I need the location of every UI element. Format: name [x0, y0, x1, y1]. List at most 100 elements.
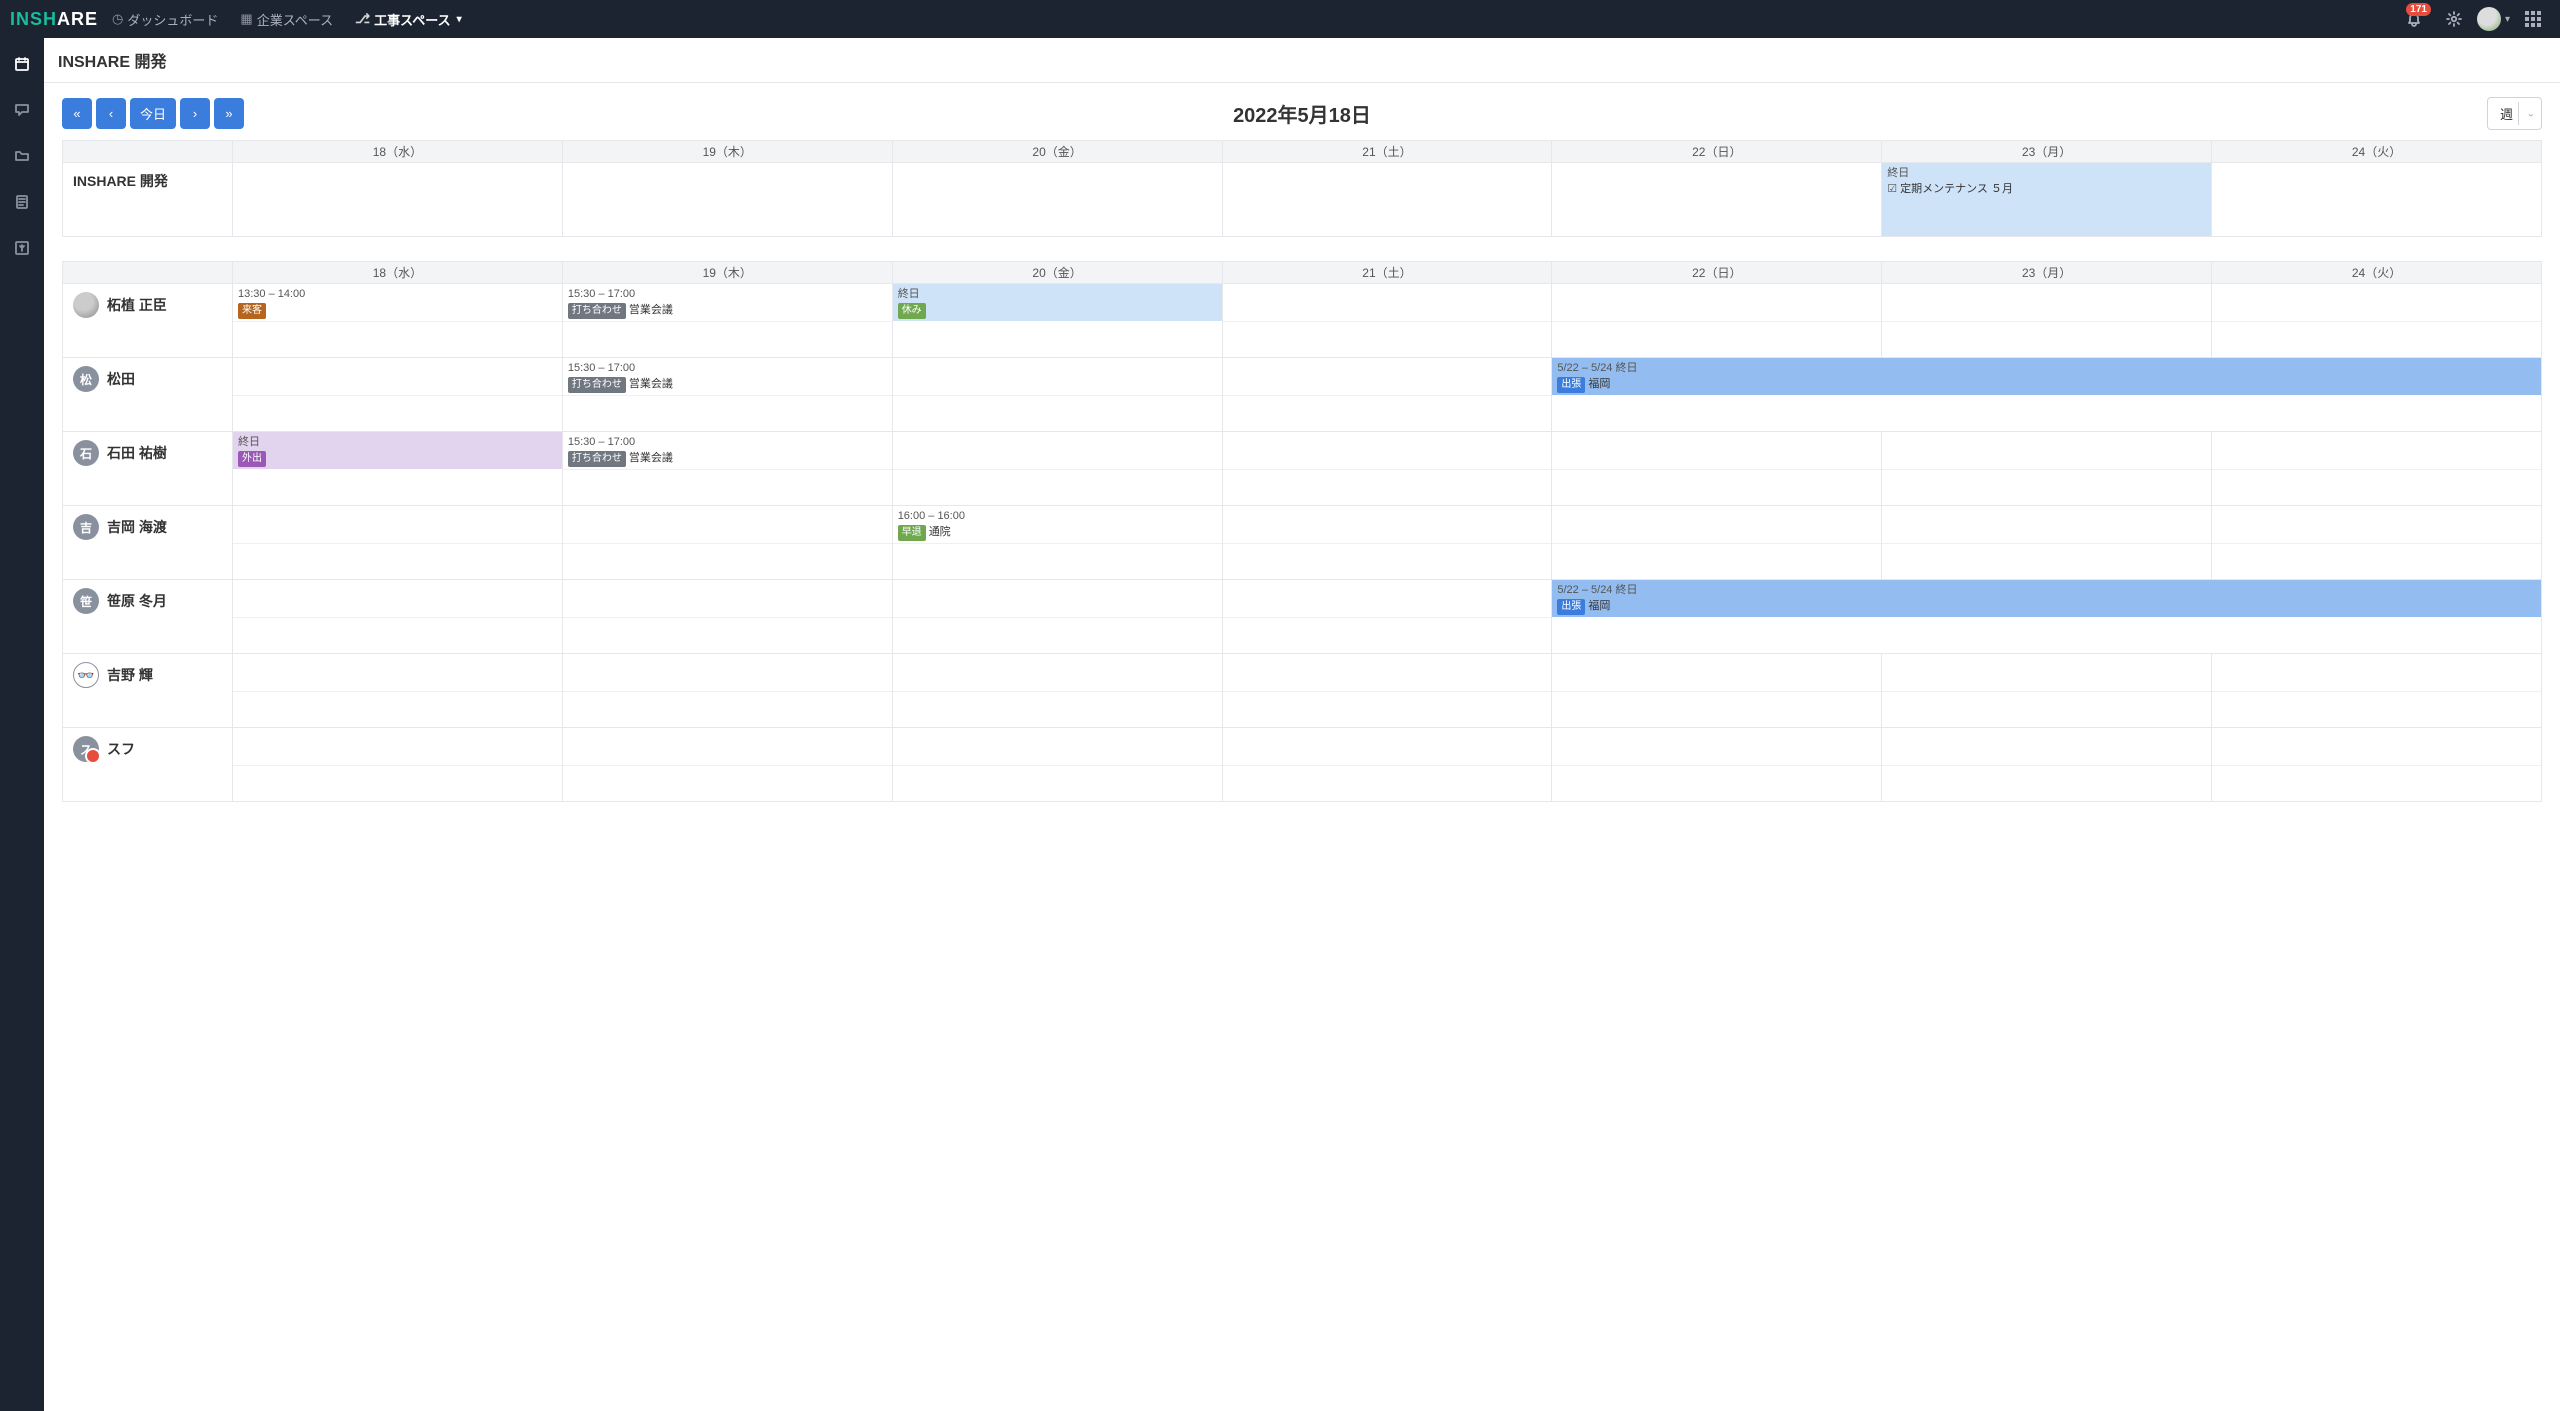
project-name-cell[interactable]: INSHARE 開発 — [63, 163, 233, 237]
logo[interactable]: INSHARE — [10, 9, 98, 30]
event[interactable]: 終日 ☑ 定期メンテナンス ５月 — [1882, 163, 2211, 202]
today-button[interactable]: 今日 — [130, 98, 176, 129]
day-cell[interactable]: 5/22 – 5/24 終日出張福岡 — [1552, 358, 2542, 432]
day-cell[interactable]: 13:30 – 14:00来客 — [233, 284, 563, 358]
person-cell[interactable]: 松松田 — [63, 358, 233, 432]
view-select[interactable]: 週 ⌄ — [2487, 97, 2542, 130]
day-cell[interactable] — [1222, 580, 1552, 654]
day-header: 22（日） — [1552, 141, 1882, 163]
day-cell[interactable]: 終日外出 — [233, 432, 563, 506]
nav-last-button[interactable]: » — [214, 98, 244, 129]
day-header: 24（火） — [2212, 141, 2542, 163]
day-cell[interactable] — [1222, 728, 1552, 802]
user-avatar — [2477, 7, 2501, 31]
event[interactable]: 16:00 – 16:00早退通院 — [893, 506, 1222, 545]
day-cell[interactable] — [1222, 432, 1552, 506]
nav-first-button[interactable]: « — [62, 98, 92, 129]
day-cell[interactable] — [233, 506, 563, 580]
day-cell[interactable]: 終日休み — [892, 284, 1222, 358]
day-cell[interactable] — [2212, 654, 2542, 728]
sidebar-folder[interactable] — [10, 144, 34, 168]
day-cell[interactable] — [233, 358, 563, 432]
gear-icon — [2446, 11, 2462, 27]
day-cell[interactable] — [233, 580, 563, 654]
day-cell[interactable] — [562, 654, 892, 728]
event[interactable]: 終日休み — [893, 284, 1222, 323]
event[interactable]: 15:30 – 17:00打ち合わせ営業会議 — [563, 358, 892, 397]
event[interactable]: 15:30 – 17:00打ち合わせ営業会議 — [563, 432, 892, 471]
day-cell[interactable] — [1882, 432, 2212, 506]
event[interactable]: 13:30 – 14:00来客 — [233, 284, 562, 323]
event-time: 15:30 – 17:00 — [568, 287, 887, 302]
person-cell[interactable]: ススフ — [63, 728, 233, 802]
sidebar-document[interactable] — [10, 190, 34, 214]
avatar: 石 — [73, 440, 99, 466]
day-cell[interactable] — [892, 728, 1222, 802]
person-cell[interactable]: 笹笹原 冬月 — [63, 580, 233, 654]
day-cell[interactable] — [892, 358, 1222, 432]
day-cell[interactable] — [2212, 506, 2542, 580]
day-cell[interactable] — [1552, 654, 1882, 728]
person-cell[interactable]: 吉吉岡 海渡 — [63, 506, 233, 580]
sidebar-chat[interactable] — [10, 98, 34, 122]
nav-dashboard[interactable]: ◷ ダッシュボード — [104, 10, 226, 29]
user-menu[interactable]: ▾ — [2477, 2, 2510, 36]
day-cell[interactable] — [1882, 506, 2212, 580]
day-cell[interactable] — [892, 163, 1222, 237]
day-cell[interactable] — [1882, 728, 2212, 802]
sidebar-calendar[interactable] — [10, 52, 34, 76]
event[interactable]: 15:30 – 17:00打ち合わせ営業会議 — [563, 284, 892, 323]
day-cell[interactable] — [1552, 728, 1882, 802]
day-cell[interactable] — [233, 654, 563, 728]
day-cell[interactable] — [1552, 432, 1882, 506]
nav-next-button[interactable]: › — [180, 98, 210, 129]
day-cell[interactable]: 16:00 – 16:00早退通院 — [892, 506, 1222, 580]
day-cell[interactable] — [1882, 284, 2212, 358]
day-cell[interactable] — [1552, 163, 1882, 237]
day-cell[interactable] — [1552, 506, 1882, 580]
day-cell[interactable]: 15:30 – 17:00打ち合わせ営業会議 — [562, 432, 892, 506]
day-cell[interactable] — [233, 728, 563, 802]
notifications-button[interactable]: 171 — [2397, 2, 2431, 36]
day-cell[interactable] — [2212, 728, 2542, 802]
day-cell[interactable] — [1552, 284, 1882, 358]
person-row: 👓吉野 輝 — [63, 654, 2542, 728]
day-cell[interactable] — [562, 580, 892, 654]
day-cell[interactable] — [562, 506, 892, 580]
main: INSHARE 開発 « ‹ 今日 › » 2022年5月18日 週 ⌄ 18（ — [44, 38, 2560, 1411]
day-cell[interactable] — [1222, 358, 1552, 432]
day-cell[interactable] — [562, 163, 892, 237]
day-cell[interactable]: 終日 ☑ 定期メンテナンス ５月 — [1882, 163, 2212, 237]
settings-button[interactable] — [2437, 2, 2471, 36]
person-cell[interactable]: 👓吉野 輝 — [63, 654, 233, 728]
day-cell[interactable] — [892, 654, 1222, 728]
day-cell[interactable]: 15:30 – 17:00打ち合わせ営業会議 — [562, 358, 892, 432]
event[interactable]: 5/22 – 5/24 終日出張福岡 — [1552, 358, 2541, 397]
day-cell[interactable] — [562, 728, 892, 802]
event[interactable]: 5/22 – 5/24 終日出張福岡 — [1552, 580, 2541, 619]
day-cell[interactable] — [2212, 163, 2542, 237]
person-cell[interactable]: 柘植 正臣 — [63, 284, 233, 358]
day-cell[interactable] — [1222, 163, 1552, 237]
nav-prev-button[interactable]: ‹ — [96, 98, 126, 129]
day-cell[interactable] — [2212, 432, 2542, 506]
day-cell[interactable] — [1222, 506, 1552, 580]
day-cell[interactable]: 5/22 – 5/24 終日出張福岡 — [1552, 580, 2542, 654]
nav-construction[interactable]: ⎇ 工事スペース ▾ — [347, 10, 469, 29]
day-cell[interactable] — [233, 163, 563, 237]
apps-button[interactable] — [2516, 2, 2550, 36]
chevron-down-icon: ⌄ — [2527, 108, 2535, 119]
event[interactable]: 終日外出 — [233, 432, 562, 471]
day-header: 18（水） — [233, 262, 563, 284]
day-cell[interactable]: 15:30 – 17:00打ち合わせ営業会議 — [562, 284, 892, 358]
day-cell[interactable] — [2212, 284, 2542, 358]
day-cell[interactable] — [1222, 284, 1552, 358]
day-cell[interactable] — [892, 432, 1222, 506]
day-cell[interactable] — [892, 580, 1222, 654]
day-cell[interactable] — [1882, 654, 2212, 728]
person-cell[interactable]: 石石田 祐樹 — [63, 432, 233, 506]
day-cell[interactable] — [1222, 654, 1552, 728]
nav-construction-label: 工事スペース — [374, 10, 450, 29]
sidebar-money[interactable] — [10, 236, 34, 260]
nav-company[interactable]: ▦ 企業スペース — [232, 10, 341, 29]
